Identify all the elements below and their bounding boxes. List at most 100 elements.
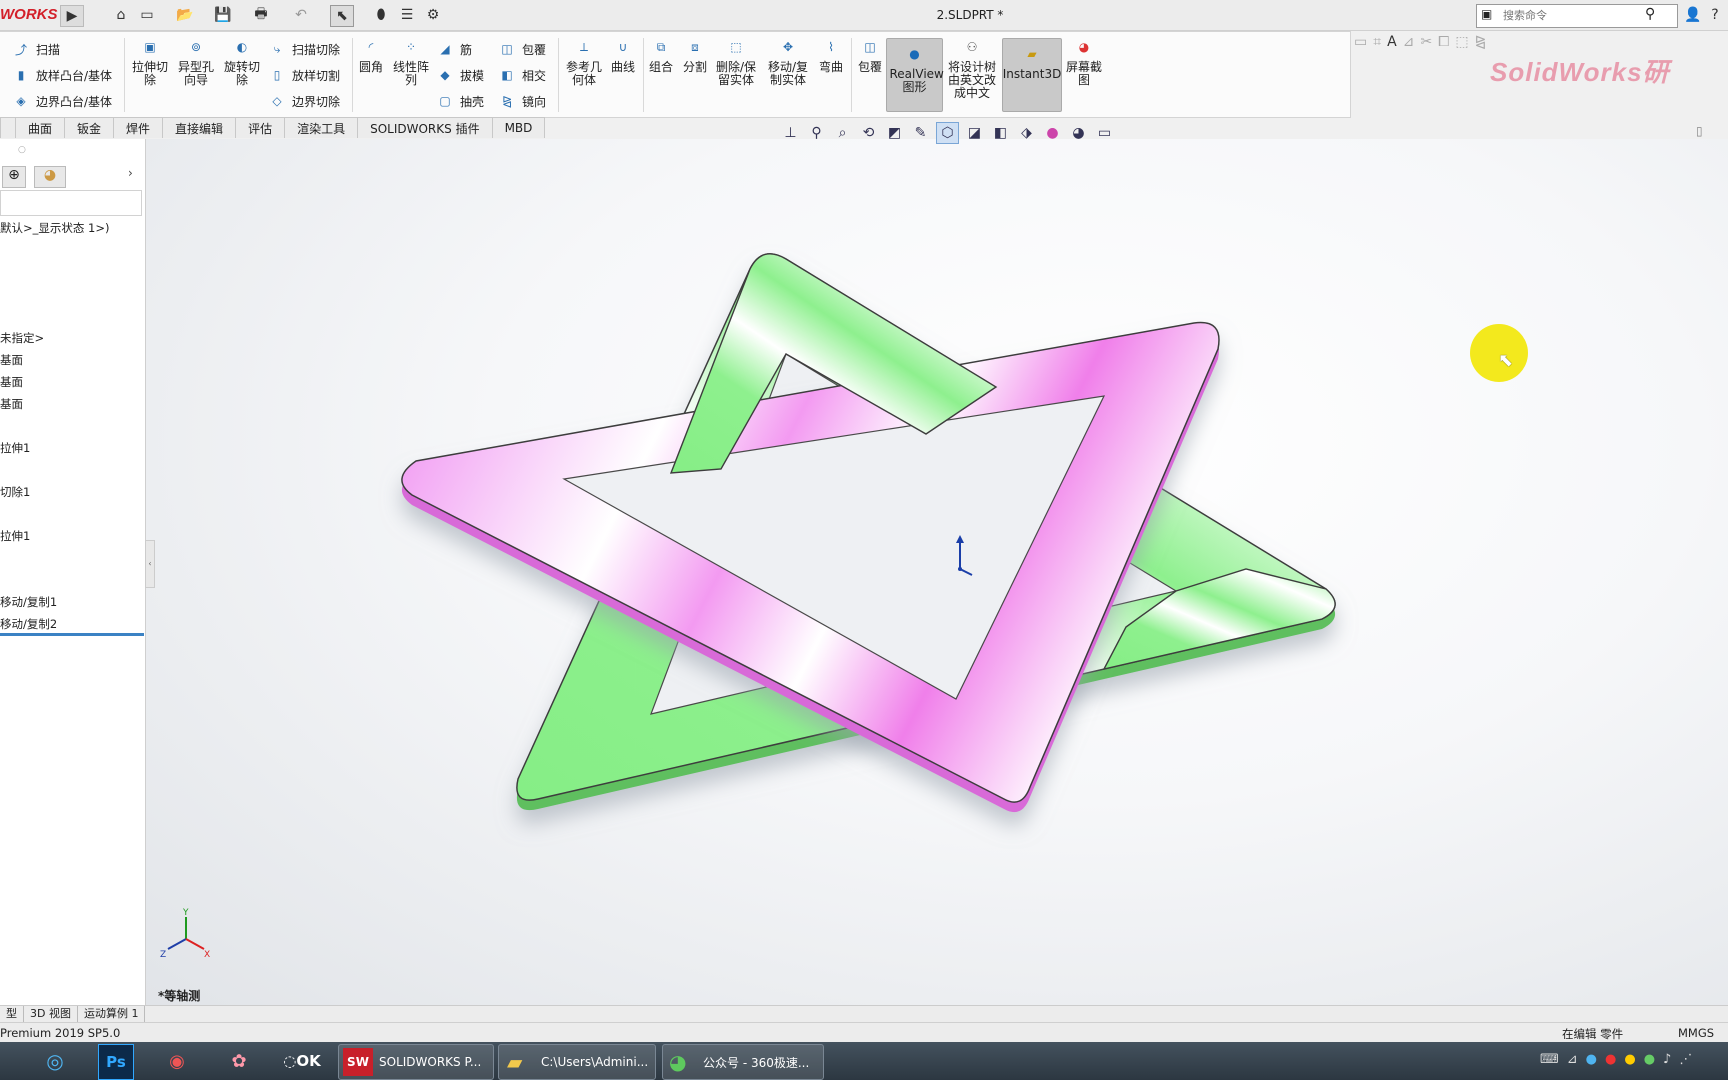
move-copy-body-button[interactable]: ✥ 移动/复制实体 [766,36,810,87]
record-icon[interactable]: ● [1605,1052,1616,1067]
trim-icon[interactable]: ✂ [1420,34,1432,58]
relations-icon[interactable]: ⊿ [1403,34,1415,58]
select-pointer-icon[interactable]: ⬉ [330,5,354,27]
extrude-cut-button[interactable]: ▣ 拉伸切除 [130,36,170,87]
translate-tree-button[interactable]: ⚇ 将设计树由英文改成中文 [946,36,998,100]
security-icon[interactable]: ● [1644,1052,1655,1067]
boundary-cut-button[interactable]: ◇ 边界切除 [268,90,340,112]
wifi-icon[interactable]: ⋰ [1679,1052,1692,1067]
tab-solidworks-addins[interactable]: SOLIDWORKS 插件 [357,117,493,138]
search-input[interactable] [1501,8,1655,23]
mirror-sketch-icon[interactable]: ⧎ [1475,34,1487,58]
split-button[interactable]: ⧈ 分割 [680,36,710,74]
options-gear-icon[interactable]: ⚙ [422,5,444,25]
tab-3d-views[interactable]: 3D 视图 [24,1006,78,1022]
display-style-icon[interactable]: ◪ [964,123,985,143]
rollback-bar[interactable] [0,633,144,636]
save-icon[interactable]: 💾 [212,5,234,25]
lofted-cut-button[interactable]: ▯ 放样切割 [268,64,340,86]
home-icon[interactable]: ⌂ [110,5,132,25]
taskbar-file-explorer[interactable]: ▰ C:\Users\Admini... [498,1044,656,1080]
tree-feature-2[interactable]: 切除1 [0,484,30,500]
fillet-button[interactable]: ◜ 圆角 [356,36,386,74]
tray-app-icon[interactable]: ● [1586,1052,1597,1067]
loft-boss-button[interactable]: ▮ 放样凸台/基体 [12,64,112,86]
hide-show-items-icon[interactable]: ◧ [990,123,1011,143]
volume-icon[interactable]: ♪ [1663,1052,1671,1067]
tree-filter-box[interactable] [0,190,142,216]
open-icon[interactable]: 📂 [174,5,196,25]
text-icon[interactable]: A [1387,34,1397,58]
tab-surfaces[interactable]: 曲面 [15,117,66,138]
tab-hidden[interactable] [0,117,16,138]
mirror-button[interactable]: ⧎ 镜向 [498,90,546,112]
panel-expand-chevron-icon[interactable]: › [128,166,133,180]
new-document-icon[interactable]: ▭ [136,5,158,25]
rebuild-traffic-light-icon[interactable]: ⬮ [370,5,392,25]
taskbar-360-browser[interactable]: ◕ 公众号 - 360极速... [662,1044,824,1080]
realview-button[interactable]: ● RealView图形 [886,38,944,112]
tree-front-plane[interactable]: 基面 [0,352,23,368]
scenes-icon[interactable]: ● [1042,123,1063,143]
previous-view-icon[interactable]: ⟲ [858,123,879,143]
tab-direct-editing[interactable]: 直接编辑 [162,117,237,138]
section-view-icon[interactable]: ◩ [884,123,905,143]
viewport-restore-icon[interactable]: ▯ [1696,124,1703,138]
tab-weldments[interactable]: 焊件 [113,117,164,138]
taskbar-solidworks[interactable]: SW SOLIDWORKS P... [338,1044,494,1080]
tab-mbd[interactable]: MBD [491,117,546,138]
app-tray-icon[interactable]: ✿ [222,1044,256,1078]
monitor-display-icon[interactable]: ▭ [1094,123,1115,143]
hole-wizard-button[interactable]: ⊚ 异型孔向导 [176,36,216,87]
convert-icon[interactable]: ⧠ [1438,34,1449,58]
sweep-button[interactable]: ⤴ 扫描 [12,38,60,60]
search-box[interactable]: ▣ ⚲ [1476,4,1678,28]
view-settings-icon[interactable]: ◕ [1068,123,1089,143]
screen-capture-button[interactable]: ◕ 屏幕截图 [1064,36,1104,87]
tree-feature-1[interactable]: 拉伸1 [0,440,30,456]
wrap-button[interactable]: ◫ 包覆 [498,38,546,60]
screen-recorder-icon[interactable]: ◉ [160,1044,194,1078]
tree-feature-3[interactable]: 拉伸1 [0,528,30,544]
tree-right-plane[interactable]: 基面 [0,396,23,412]
display-manager-icon[interactable]: ◕ [34,166,66,188]
antivirus-icon[interactable]: ● [1624,1052,1635,1067]
help-icon[interactable]: ? [1704,5,1726,25]
graphics-area[interactable]: Y Z X *等轴测 [146,139,1728,1005]
tree-move-copy-1[interactable]: 移动/复制1 [0,594,57,610]
dimension-icon[interactable]: ⌗ [1373,34,1381,58]
swept-cut-button[interactable]: ⤷ 扫描切除 [268,38,340,60]
network-icon[interactable]: ⊿ [1567,1052,1578,1067]
draft-button[interactable]: ◆ 拔模 [436,64,484,86]
tree-top-plane[interactable]: 基面 [0,374,23,390]
sketch-icon[interactable]: ▭ [1354,34,1367,58]
tree-display-state[interactable]: 默认>_显示状态 1>) [0,220,109,236]
unit-system[interactable]: MMGS [1678,1026,1714,1040]
tab-motion-study[interactable]: 运动算例 1 [78,1006,146,1022]
configuration-manager-icon[interactable]: ⊕ [2,166,26,188]
wrap2-button[interactable]: ◫ 包覆 [856,36,884,74]
photoshop-icon[interactable]: Ps [98,1044,134,1080]
file-properties-icon[interactable]: ☰ [396,5,418,25]
search-icon[interactable]: ⚲ [1645,6,1655,22]
intersect-button[interactable]: ◧ 相交 [498,64,546,86]
isometric-cube-icon[interactable]: ⬡ [936,122,959,144]
keyboard-icon[interactable]: ⌨ [1540,1052,1559,1067]
tree-move-copy-2[interactable]: 移动/复制2 [0,616,57,632]
undo-icon[interactable]: ↶ [290,5,312,25]
zoom-to-area-icon[interactable]: ⌕ [832,123,853,143]
linear-pattern-button[interactable]: ⁘ 线性阵列 [390,36,432,87]
instant3d-button[interactable]: ▰ Instant3D [1002,38,1062,112]
boundary-boss-button[interactable]: ◈ 边界凸台/基体 [12,90,112,112]
curves-button[interactable]: ∪ 曲线 [608,36,638,74]
combine-button[interactable]: ⧉ 组合 [648,36,674,74]
panel-collapse-handle[interactable]: ‹ [145,540,155,588]
star-model[interactable]: Y Z X [146,139,1728,1005]
zoom-to-fit-icon[interactable]: ⚲ [806,123,827,143]
shell-button[interactable]: ▢ 抽壳 [436,90,484,112]
dynamic-annotation-icon[interactable]: ✎ [910,123,931,143]
user-account-icon[interactable]: 👤 [1682,5,1704,25]
tree-material-unassigned[interactable]: 未指定> [0,330,44,346]
view-orientation-axis-icon[interactable]: ⊥ [780,123,801,143]
flex-button[interactable]: ⌇ 弯曲 [816,36,846,74]
